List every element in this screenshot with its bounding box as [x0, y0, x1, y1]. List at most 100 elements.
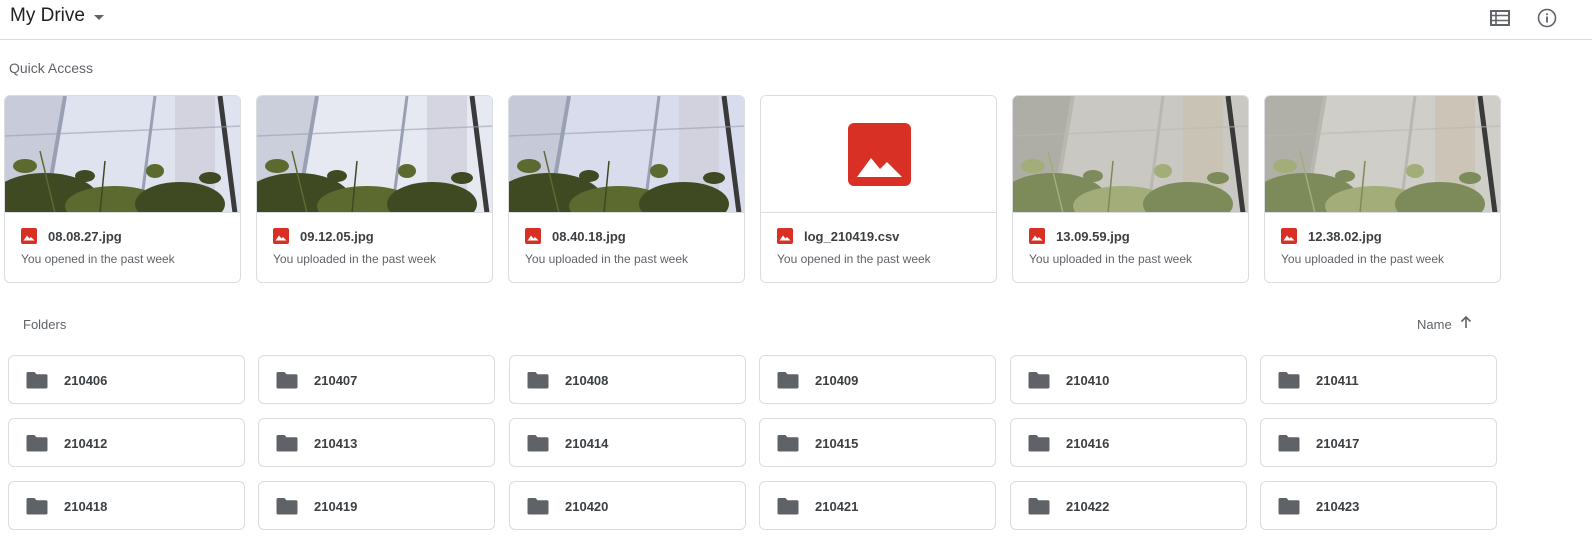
quick-access-title: Quick Access: [9, 60, 94, 76]
image-file-icon: [777, 228, 793, 244]
quick-access-card[interactable]: log_210419.csv You opened in the past we…: [760, 95, 997, 283]
folder-icon: [1278, 371, 1300, 389]
folders-title: Folders: [23, 317, 67, 332]
folder-item[interactable]: 210411: [1260, 355, 1497, 404]
file-activity: You opened in the past week: [777, 252, 931, 266]
file-activity: You uploaded in the past week: [525, 252, 689, 266]
folder-name: 210410: [1066, 373, 1110, 388]
file-name-row: 08.08.27.jpg: [21, 228, 122, 244]
top-bar: My Drive: [0, 0, 1592, 40]
folder-item[interactable]: 210409: [759, 355, 996, 404]
folder-name: 210412: [64, 436, 108, 451]
folder-item[interactable]: 210416: [1010, 418, 1247, 467]
image-file-icon: [1281, 228, 1297, 244]
folder-icon: [26, 371, 48, 389]
folder-item[interactable]: 210415: [759, 418, 996, 467]
sort-label: Name: [1417, 317, 1452, 332]
quick-access-card[interactable]: 08.08.27.jpg You opened in the past week: [4, 95, 241, 283]
image-file-icon: [1029, 228, 1045, 244]
image-file-icon: [21, 228, 37, 244]
folder-icon: [1028, 371, 1050, 389]
file-name-row: 13.09.59.jpg: [1029, 228, 1130, 244]
folder-name: 210409: [815, 373, 859, 388]
folder-name: 210423: [1316, 499, 1360, 514]
file-name: 09.12.05.jpg: [300, 228, 374, 244]
folder-name: 210415: [815, 436, 859, 451]
file-activity: You uploaded in the past week: [1281, 252, 1445, 266]
image-file-icon: [525, 228, 541, 244]
sort-by-name-button[interactable]: Name: [1417, 315, 1473, 334]
folder-icon: [1028, 497, 1050, 515]
folder-icon: [777, 497, 799, 515]
folder-name: 210407: [314, 373, 358, 388]
file-name-row: 09.12.05.jpg: [273, 228, 374, 244]
file-name-row: log_210419.csv: [777, 228, 899, 244]
file-name: 12.38.02.jpg: [1308, 228, 1382, 244]
folder-icon: [276, 434, 298, 452]
folder-icon: [527, 434, 549, 452]
folder-item[interactable]: 210417: [1260, 418, 1497, 467]
file-name: log_210419.csv: [804, 228, 900, 244]
list-view-icon[interactable]: [1488, 6, 1512, 30]
folder-name: 210416: [1066, 436, 1110, 451]
folder-name: 210406: [64, 373, 108, 388]
folder-icon: [1278, 497, 1300, 515]
quick-access-card[interactable]: 09.12.05.jpg You uploaded in the past we…: [256, 95, 493, 283]
folder-icon: [527, 371, 549, 389]
folder-icon: [777, 434, 799, 452]
folder-item[interactable]: 210422: [1010, 481, 1247, 530]
file-thumbnail: [5, 96, 240, 213]
folder-item[interactable]: 210420: [509, 481, 746, 530]
file-name: 08.40.18.jpg: [552, 228, 626, 244]
folder-icon: [276, 497, 298, 515]
folder-name: 210420: [565, 499, 609, 514]
folder-item[interactable]: 210408: [509, 355, 746, 404]
file-thumbnail: [257, 96, 492, 213]
folder-icon: [777, 371, 799, 389]
folder-item[interactable]: 210412: [8, 418, 245, 467]
drive-title-label: My Drive: [10, 5, 85, 26]
folder-item[interactable]: 210413: [258, 418, 495, 467]
folder-icon: [26, 434, 48, 452]
folder-icon: [1278, 434, 1300, 452]
caret-down-icon: [93, 14, 104, 20]
folder-item[interactable]: 210414: [509, 418, 746, 467]
folder-name: 210419: [314, 499, 358, 514]
file-thumbnail: [509, 96, 744, 213]
file-name-row: 08.40.18.jpg: [525, 228, 626, 244]
folder-icon: [527, 497, 549, 515]
folder-item[interactable]: 210423: [1260, 481, 1497, 530]
folder-name: 210417: [1316, 436, 1360, 451]
info-icon[interactable]: [1535, 6, 1559, 30]
folder-icon: [26, 497, 48, 515]
file-thumbnail: [1013, 96, 1248, 213]
folder-name: 210414: [565, 436, 609, 451]
quick-access-card[interactable]: 08.40.18.jpg You uploaded in the past we…: [508, 95, 745, 283]
file-name-row: 12.38.02.jpg: [1281, 228, 1382, 244]
folder-item[interactable]: 210407: [258, 355, 495, 404]
my-drive-dropdown[interactable]: My Drive: [10, 5, 104, 27]
folder-name: 210413: [314, 436, 358, 451]
folder-name: 210421: [815, 499, 859, 514]
image-file-icon: [761, 96, 996, 213]
folder-item[interactable]: 210419: [258, 481, 495, 530]
file-name: 08.08.27.jpg: [48, 228, 122, 244]
file-activity: You uploaded in the past week: [273, 252, 437, 266]
file-thumbnail: [1265, 96, 1500, 213]
quick-access-card[interactable]: 12.38.02.jpg You uploaded in the past we…: [1264, 95, 1501, 283]
arrow-up-icon: [1459, 315, 1473, 334]
folder-name: 210422: [1066, 499, 1110, 514]
folder-item[interactable]: 210406: [8, 355, 245, 404]
quick-access-card[interactable]: 13.09.59.jpg You uploaded in the past we…: [1012, 95, 1249, 283]
file-activity: You uploaded in the past week: [1029, 252, 1193, 266]
folder-item[interactable]: 210421: [759, 481, 996, 530]
folder-icon: [276, 371, 298, 389]
file-name: 13.09.59.jpg: [1056, 228, 1130, 244]
folder-item[interactable]: 210418: [8, 481, 245, 530]
folder-icon: [1028, 434, 1050, 452]
file-activity: You opened in the past week: [21, 252, 175, 266]
folder-name: 210408: [565, 373, 609, 388]
image-file-icon: [273, 228, 289, 244]
folder-item[interactable]: 210410: [1010, 355, 1247, 404]
folder-name: 210418: [64, 499, 108, 514]
